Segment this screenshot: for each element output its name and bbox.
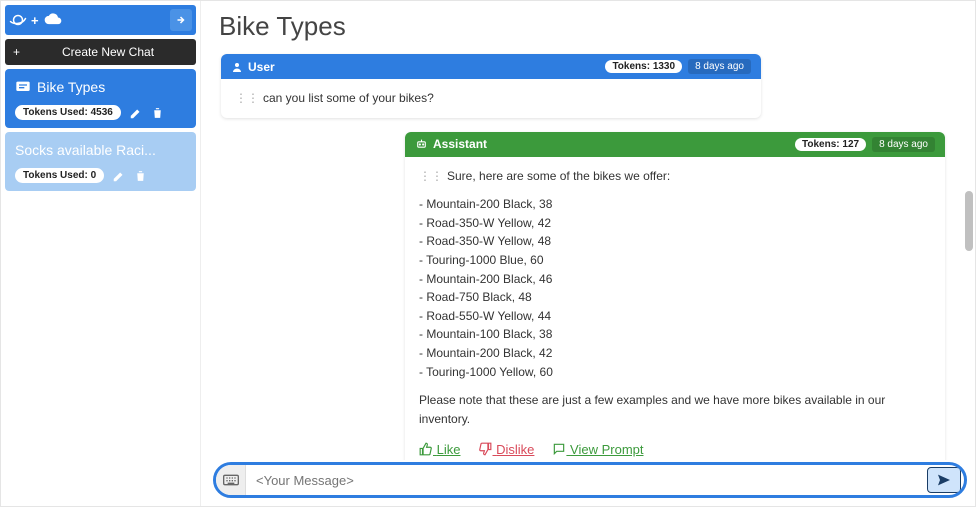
composer-area [211, 460, 969, 500]
chat-title: Bike Types [37, 79, 105, 95]
conversation-scroll[interactable]: User Tokens: 1330 8 days ago ⋮⋮ can you l… [201, 48, 975, 506]
sidebar: + + Create New Chat Bike Types Tokens Us… [1, 1, 201, 506]
list-item: - Road-350-W Yellow, 42 [419, 214, 931, 233]
chat-title: Socks available Raci... [15, 142, 156, 158]
edit-chat-button[interactable] [112, 169, 126, 183]
send-icon [936, 472, 952, 488]
app-root: + + Create New Chat Bike Types Tokens Us… [0, 0, 976, 507]
message-body: ⋮⋮ can you list some of your bikes? [221, 79, 761, 118]
create-new-chat-label: Create New Chat [28, 45, 188, 59]
thumbs-up-icon [419, 442, 433, 456]
edit-chat-button[interactable] [129, 106, 143, 120]
delete-chat-button[interactable] [151, 106, 164, 120]
list-item: - Touring-1000 Yellow, 60 [419, 363, 931, 382]
keyboard-button[interactable] [216, 465, 246, 495]
message-assistant: Assistant Tokens: 127 8 days ago ⋮⋮ Sure,… [405, 132, 945, 468]
planet-icon [9, 11, 27, 29]
dislike-button[interactable]: Dislike [478, 442, 534, 457]
drag-handle-icon: ⋮⋮ [419, 169, 443, 183]
main-panel: Bike Types User Tokens: 1330 8 days ago … [201, 1, 975, 506]
assistant-intro: Sure, here are some of the bikes we offe… [447, 169, 670, 183]
plus-icon: + [31, 13, 39, 28]
chat-meta-row: Tokens Used: 0 [15, 168, 186, 183]
tokens-chip: Tokens Used: 4536 [15, 105, 121, 120]
chat-title-row: Bike Types [15, 79, 186, 95]
list-item: - Road-350-W Yellow, 48 [419, 232, 931, 251]
message-header: User Tokens: 1330 8 days ago [221, 54, 761, 79]
chat-icon [15, 80, 31, 94]
drag-handle-icon: ⋮⋮ [235, 91, 259, 105]
list-item: - Mountain-200 Black, 42 [419, 344, 931, 363]
composer [213, 462, 967, 498]
chat-icon [552, 442, 566, 456]
plus-icon: + [13, 45, 20, 59]
chat-meta-row: Tokens Used: 4536 [15, 105, 186, 120]
list-item: - Mountain-200 Black, 46 [419, 270, 931, 289]
like-button[interactable]: Like [419, 442, 460, 457]
tokens-chip: Tokens Used: 0 [15, 168, 104, 183]
message-body: ⋮⋮ Sure, here are some of the bikes we of… [405, 157, 945, 439]
message-user: User Tokens: 1330 8 days ago ⋮⋮ can you l… [221, 54, 761, 118]
role-label: Assistant [415, 137, 789, 151]
cloud-icon [43, 12, 63, 28]
list-item: - Mountain-200 Black, 38 [419, 195, 931, 214]
list-item: - Touring-1000 Blue, 60 [419, 251, 931, 270]
sidebar-chat-item[interactable]: Socks available Raci... Tokens Used: 0 [5, 132, 196, 191]
robot-icon [415, 138, 428, 151]
send-button[interactable] [927, 467, 961, 493]
page-title: Bike Types [201, 1, 975, 48]
list-item: - Mountain-100 Black, 38 [419, 325, 931, 344]
assistant-outro: Please note that these are just a few ex… [419, 391, 931, 428]
age-badge: 8 days ago [688, 59, 751, 74]
list-item: - Road-550-W Yellow, 44 [419, 307, 931, 326]
keyboard-icon [223, 474, 239, 486]
age-badge: 8 days ago [872, 137, 935, 152]
user-text: can you list some of your bikes? [263, 91, 434, 105]
tokens-badge: Tokens: 1330 [605, 60, 682, 73]
user-icon [231, 61, 243, 73]
chat-title-row: Socks available Raci... [15, 142, 186, 158]
brand-bar: + [5, 5, 196, 35]
create-new-chat-button[interactable]: + Create New Chat [5, 39, 196, 65]
scrollbar[interactable] [965, 61, 973, 481]
message-header: Assistant Tokens: 127 8 days ago [405, 132, 945, 157]
collapse-sidebar-button[interactable] [170, 9, 192, 31]
thumbs-down-icon [478, 442, 492, 456]
list-item: - Road-750 Black, 48 [419, 288, 931, 307]
delete-chat-button[interactable] [134, 169, 147, 183]
sidebar-chat-item-active[interactable]: Bike Types Tokens Used: 4536 [5, 69, 196, 128]
role-label: User [231, 60, 599, 74]
scrollbar-thumb[interactable] [965, 191, 973, 251]
brand-icons: + [9, 11, 164, 29]
view-prompt-button[interactable]: View Prompt [552, 442, 643, 457]
bike-list: - Mountain-200 Black, 38- Road-350-W Yel… [419, 195, 931, 381]
tokens-badge: Tokens: 127 [795, 138, 866, 151]
message-input[interactable] [246, 465, 927, 495]
